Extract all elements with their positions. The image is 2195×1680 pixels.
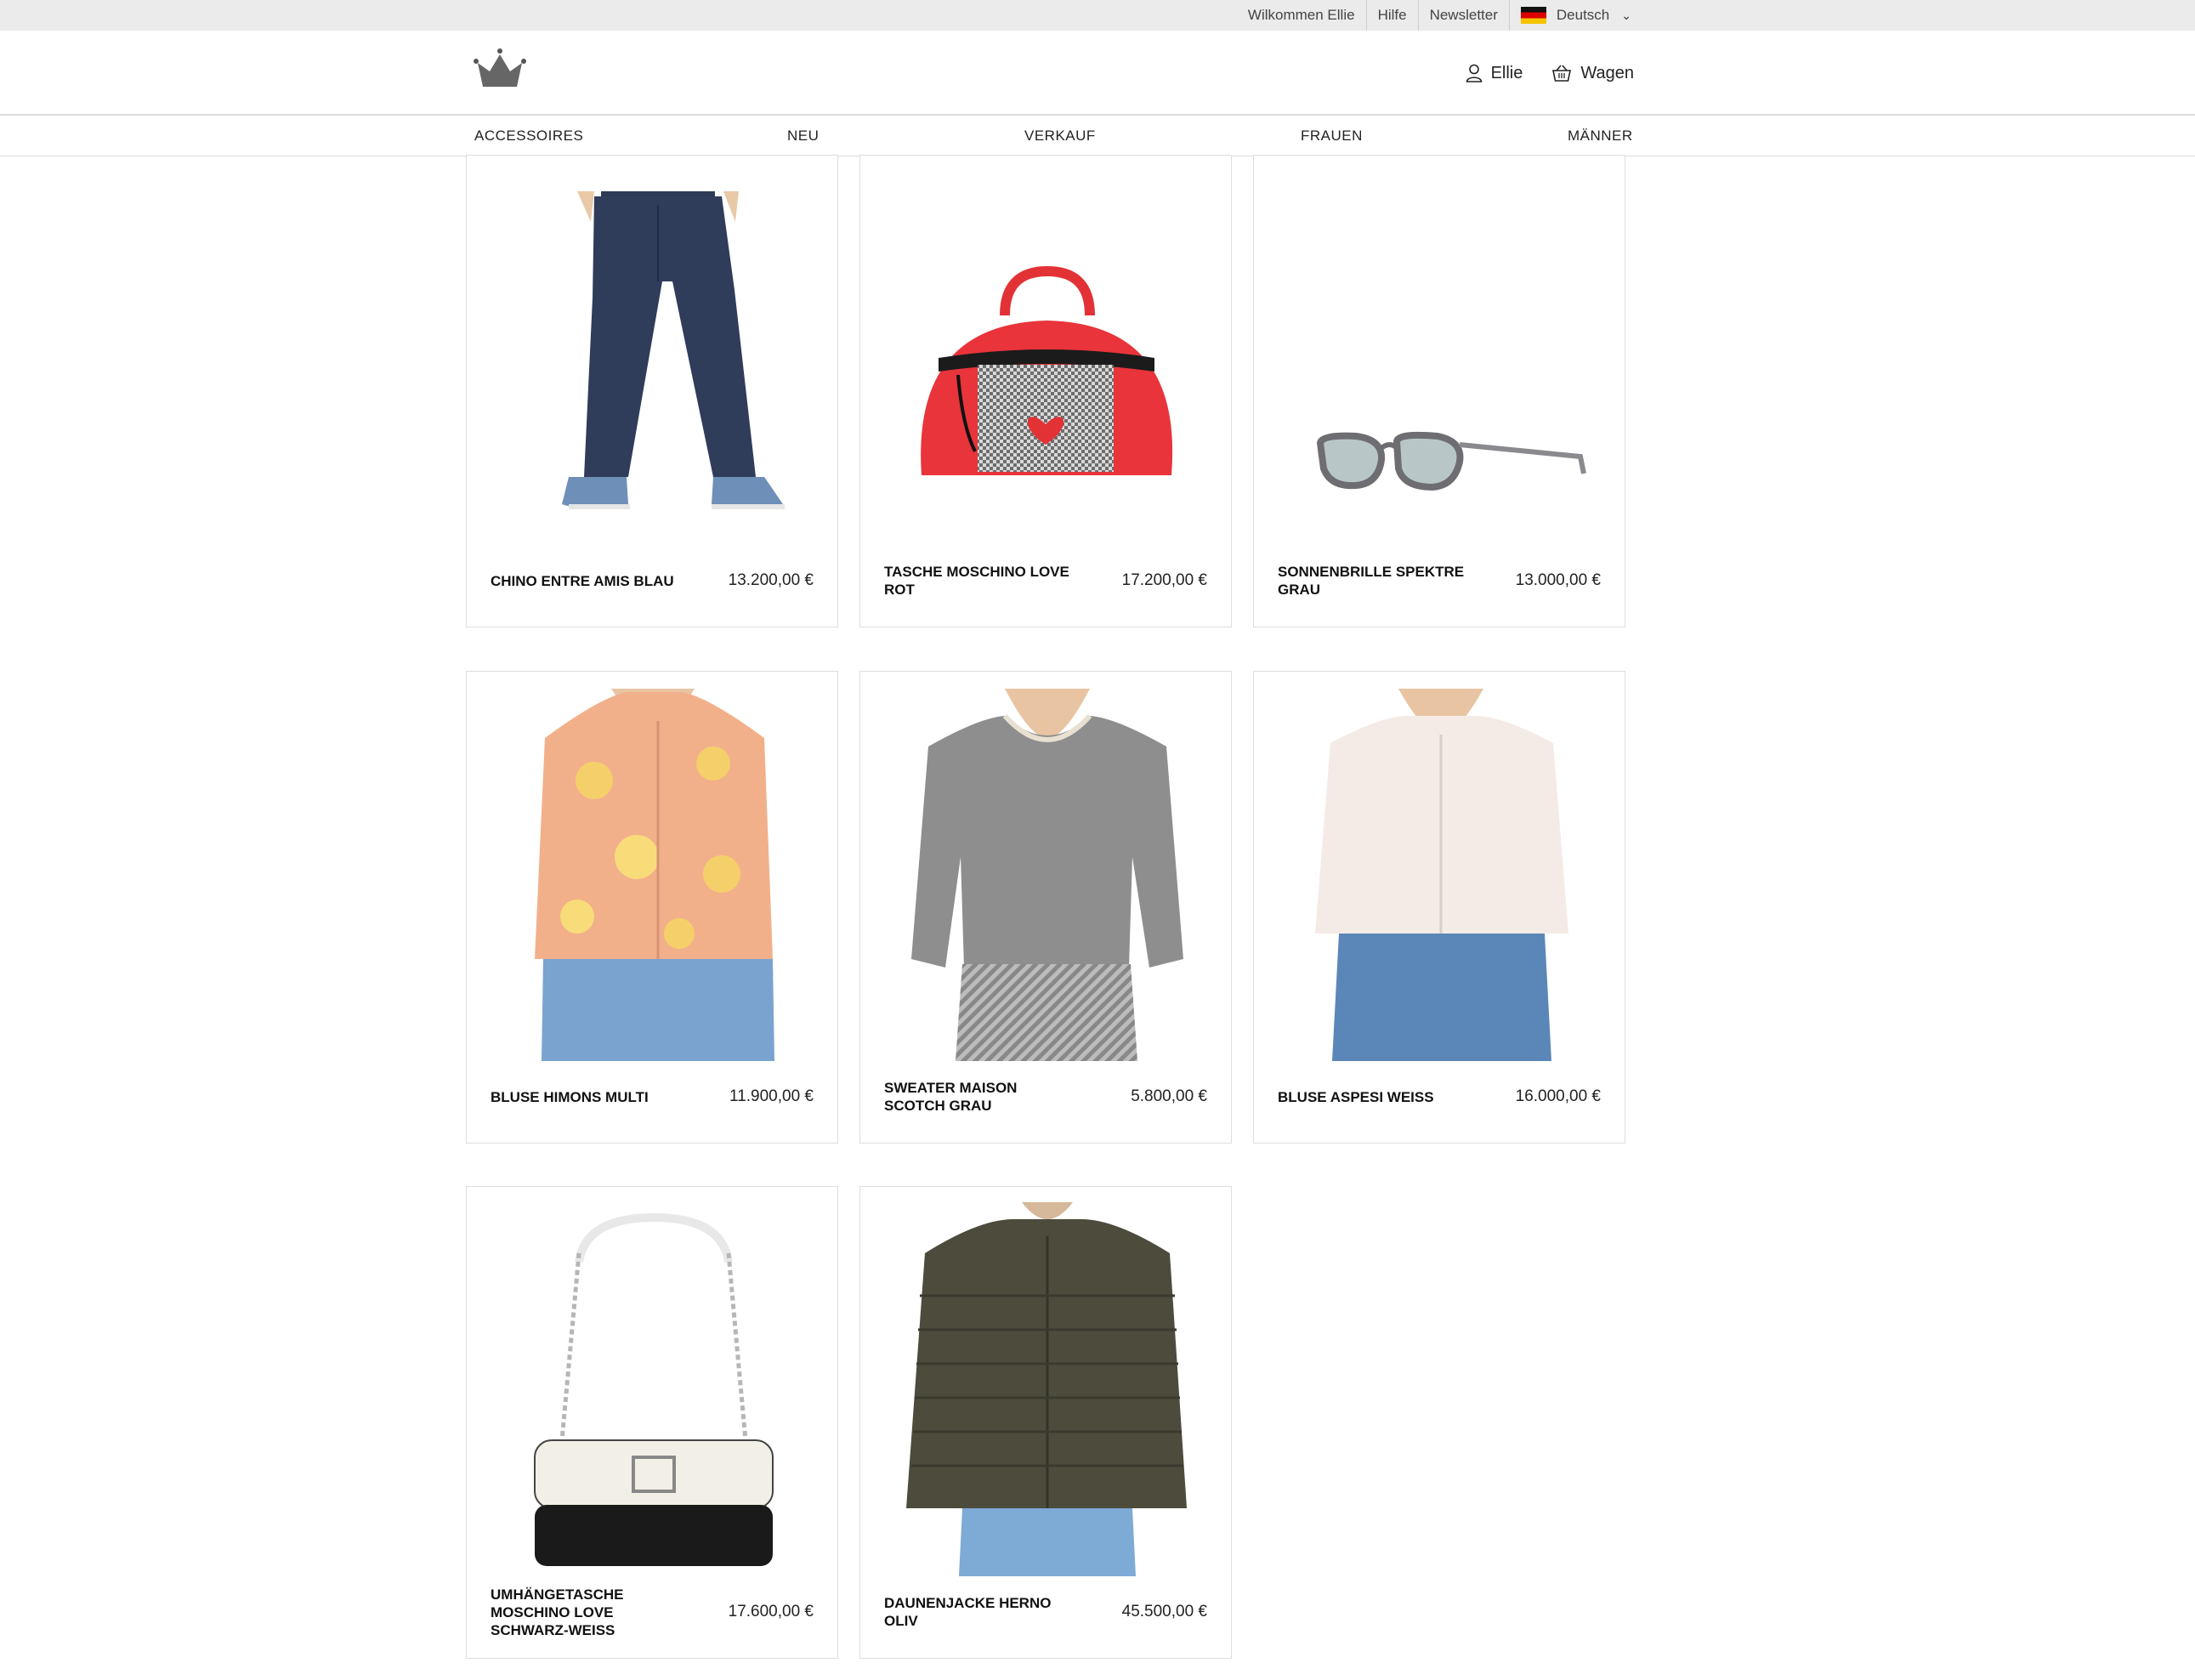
- product-card[interactable]: SONNENBRILLE SPEKTRE GRAU 13.000,00 €: [1253, 155, 1625, 627]
- product-name[interactable]: BLUSE HIMONS MULTI: [491, 1059, 686, 1135]
- product-image-white-blouse[interactable]: [1271, 687, 1609, 1061]
- german-flag-icon: [1520, 7, 1546, 24]
- product-name[interactable]: SWEATER MAISON SCOTCH GRAU: [884, 1059, 1080, 1135]
- product-image-grey-sweater[interactable]: [877, 687, 1216, 1061]
- cart-link[interactable]: Wagen: [1551, 64, 1634, 83]
- basket-icon: [1552, 65, 1572, 82]
- product-price: 13.000,00 €: [1515, 571, 1601, 589]
- product-image-red-handbag[interactable]: [877, 171, 1216, 545]
- product-card[interactable]: CHINO ENTRE AMIS BLAU 13.200,00 €: [466, 155, 838, 627]
- product-image-navy-chino-pants[interactable]: [484, 171, 822, 545]
- language-selector[interactable]: Deutsch ⌄: [1510, 0, 1642, 31]
- nav-verkauf[interactable]: VERKAUF: [1024, 116, 1096, 156]
- product-price: 17.600,00 €: [728, 1603, 814, 1620]
- product-name[interactable]: TASCHE MOSCHINO LOVE ROT: [884, 542, 1080, 619]
- product-card[interactable]: BLUSE HIMONS MULTI 11.900,00 €: [466, 671, 838, 1144]
- product-image-grey-sunglasses[interactable]: [1271, 171, 1609, 545]
- product-name[interactable]: BLUSE ASPESI WEISS: [1278, 1059, 1473, 1135]
- welcome-link[interactable]: Wilkommen Ellie: [1237, 0, 1367, 31]
- product-card[interactable]: DAUNENJACKE HERNO OLIV 45.500,00 €: [859, 1186, 1232, 1659]
- product-name[interactable]: DAUNENJACKE HERNO OLIV: [884, 1574, 1080, 1650]
- product-name[interactable]: SONNENBRILLE SPEKTRE GRAU: [1278, 542, 1473, 619]
- product-card[interactable]: BLUSE ASPESI WEISS 16.000,00 €: [1253, 671, 1625, 1144]
- product-price: 5.800,00 €: [1131, 1087, 1207, 1105]
- crown-logo-icon[interactable]: [473, 46, 527, 90]
- product-name[interactable]: UMHÄNGETASCHE MOSCHINO LOVE SCHWARZ-WEIS…: [491, 1574, 686, 1650]
- product-image-floral-blouse[interactable]: [484, 687, 822, 1061]
- account-label: Ellie: [1490, 63, 1523, 82]
- nav-frauen[interactable]: FRAUEN: [1301, 116, 1363, 156]
- product-price: 45.500,00 €: [1121, 1603, 1207, 1620]
- cart-label: Wagen: [1580, 63, 1634, 82]
- nav-maenner[interactable]: MÄNNER: [1568, 116, 1633, 156]
- product-price: 17.200,00 €: [1121, 571, 1207, 589]
- site-header: Ellie Wagen: [0, 31, 2195, 116]
- product-card[interactable]: UMHÄNGETASCHE MOSCHINO LOVE SCHWARZ-WEIS…: [466, 1186, 838, 1659]
- header-user-area: Ellie Wagen: [1437, 31, 1634, 116]
- account-link[interactable]: Ellie: [1466, 64, 1523, 83]
- product-image-olive-down-jacket[interactable]: [877, 1202, 1216, 1576]
- product-card[interactable]: TASCHE MOSCHINO LOVE ROT 17.200,00 €: [859, 155, 1232, 627]
- top-utility-bar: Wilkommen Ellie Hilfe Newsletter Deutsch…: [0, 0, 2195, 31]
- product-name[interactable]: CHINO ENTRE AMIS BLAU: [491, 542, 686, 619]
- chevron-down-icon: ⌄: [1621, 8, 1631, 22]
- category-nav: ACCESSOIRES NEU VERKAUF FRAUEN MÄNNER: [0, 116, 2195, 156]
- utility-links: Wilkommen Ellie Hilfe Newsletter Deutsch…: [1237, 0, 1642, 31]
- product-price: 11.900,00 €: [729, 1087, 814, 1105]
- nav-neu[interactable]: NEU: [787, 116, 819, 156]
- product-card[interactable]: SWEATER MAISON SCOTCH GRAU 5.800,00 €: [859, 671, 1232, 1144]
- product-price: 13.200,00 €: [728, 571, 814, 589]
- language-label: Deutsch: [1556, 7, 1610, 23]
- product-image-black-white-shoulder-bag[interactable]: [484, 1202, 822, 1576]
- newsletter-link[interactable]: Newsletter: [1419, 0, 1510, 31]
- user-icon: [1466, 64, 1482, 82]
- product-price: 16.000,00 €: [1515, 1087, 1601, 1105]
- nav-accessoires[interactable]: ACCESSOIRES: [474, 116, 583, 156]
- help-link[interactable]: Hilfe: [1367, 0, 1419, 31]
